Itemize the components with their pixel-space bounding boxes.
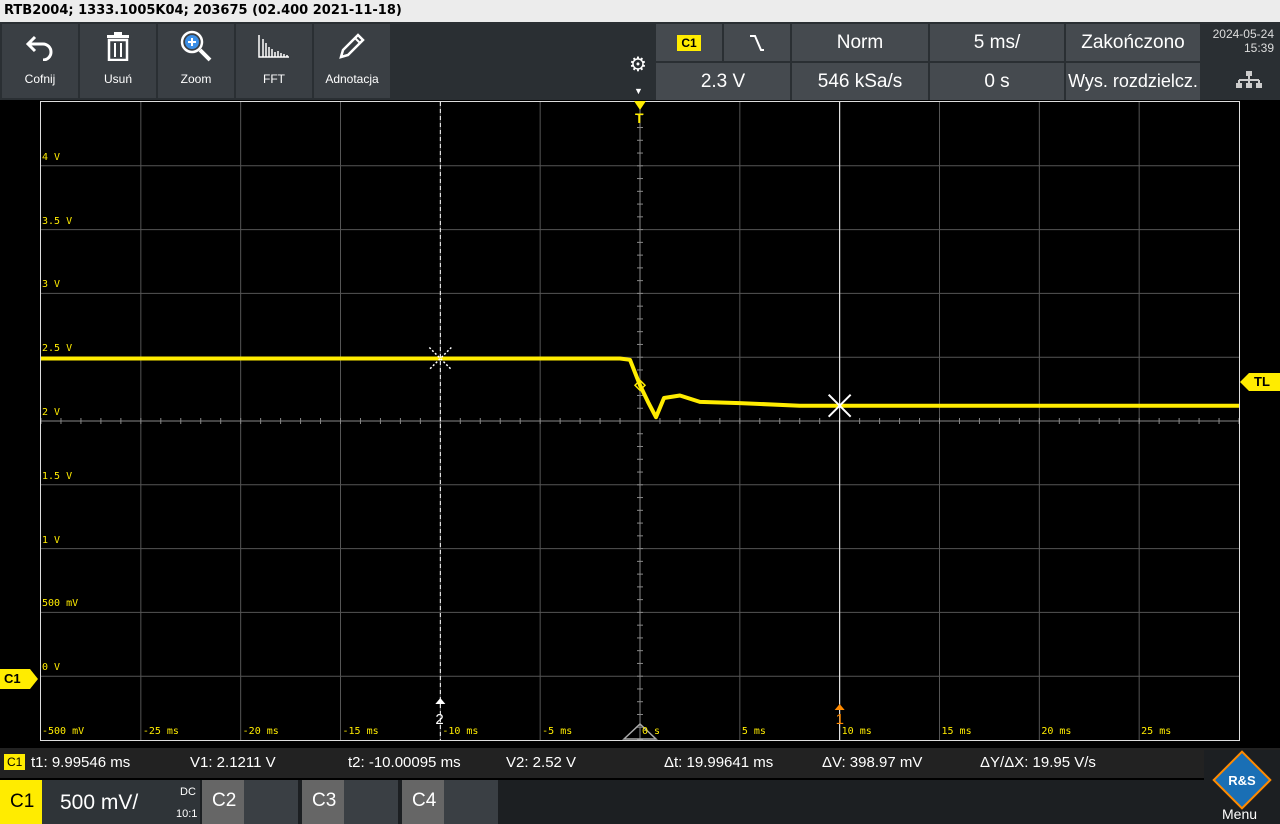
undo-label: Cofnij [24, 72, 56, 86]
channel-c2-button[interactable]: C2 [202, 780, 298, 824]
x-axis-label: 25 ms [1141, 726, 1172, 737]
undo-icon [25, 24, 55, 68]
sample-rate-cell[interactable]: 546 kSa/s [792, 63, 928, 100]
x-axis-label: -5 ms [542, 726, 573, 737]
delta-t-readout: Δt: 19.99641 ms [664, 754, 774, 771]
fft-label: FFT [263, 72, 285, 86]
fft-button[interactable]: FFT [236, 24, 312, 98]
c4-name: C4 [412, 790, 437, 811]
t2-readout: t2: -10.00095 ms [348, 754, 461, 771]
c1-coupling: DC [180, 786, 196, 798]
pencil-icon [337, 24, 367, 68]
channel-c4-button[interactable]: C4 [402, 780, 498, 824]
trigger-position-marker[interactable]: T [633, 100, 647, 128]
channel-ground-marker[interactable]: C1 [0, 669, 40, 689]
trigger-level-marker[interactable]: TL [1240, 373, 1280, 391]
y-axis-label: 4 V [42, 151, 61, 163]
trash-icon [105, 24, 131, 68]
trigger-slope-cell[interactable] [724, 24, 790, 61]
zoom-button[interactable]: Zoom [158, 24, 234, 98]
menu-label: Menu [1222, 806, 1258, 822]
annotate-label: Adnotacja [325, 72, 379, 86]
y-axis-label: 2 V [42, 407, 61, 418]
cursor-2-handle [435, 698, 446, 704]
trigger-source-cell[interactable]: C1 [656, 24, 722, 61]
slope-readout: ΔY/ΔX: 19.95 V/s [980, 754, 1096, 771]
waveform-display[interactable]: 12 4 V 3.5 V 3 V 2.5 V 2 V 1.5 V 1 V 500 mV 0 V -… [40, 101, 1240, 741]
channel-ground-label: C1 [4, 671, 21, 686]
delete-label: Usuń [103, 72, 132, 86]
v1-readout: V1: 2.1211 V [190, 754, 276, 771]
c1-probe: 10:1 [176, 808, 198, 820]
x-axis-label: -20 ms [242, 726, 279, 737]
falling-edge-icon [750, 34, 764, 51]
y-axis-label: 2.5 V [42, 343, 73, 355]
undo-button[interactable]: Cofnij [2, 24, 78, 98]
cursor-1-handle [834, 704, 845, 710]
zoom-label: Zoom [180, 72, 212, 86]
y-axis-label: 1 V [42, 534, 61, 546]
gear-icon[interactable]: ⚙ [629, 52, 647, 77]
delta-v-readout: ΔV: 398.97 mV [822, 754, 923, 771]
c1-name: C1 [10, 791, 35, 812]
x-axis-label: -15 ms [342, 726, 379, 737]
x-axis-label: -25 ms [142, 726, 179, 737]
acquisition-mode-cell[interactable]: Wys. rozdzielcz. [1066, 63, 1200, 100]
settings-column: ⚙ ▼ [624, 24, 654, 100]
trigger-position-label: T [635, 110, 644, 126]
channel-c1-button[interactable]: C1 500 mV/ DC 10:1 [0, 780, 200, 824]
window-title: RTB2004; 1333.1005K04; 203675 (02.400 20… [0, 0, 1280, 22]
annotate-button[interactable]: Adnotacja [314, 24, 390, 98]
datetime-panel: 2024-05-24 15:39 [1206, 24, 1280, 100]
channel-bar: C1 500 mV/ DC 10:1 C2 C3 C4 R&S Menu [0, 750, 1280, 824]
x-axis-label: 20 ms [1041, 726, 1072, 737]
horizontal-position-cell[interactable]: 0 s [930, 63, 1064, 100]
v2-readout: V2: 2.52 V [506, 754, 577, 771]
c3-name: C3 [312, 790, 337, 811]
delete-button[interactable]: Usuń [80, 24, 156, 98]
time-text: 15:39 [1243, 41, 1274, 55]
x-axis-label: 10 ms [841, 726, 872, 737]
trigger-source-badge: C1 [677, 34, 701, 51]
rs-logo-icon: R&S [1212, 750, 1272, 810]
y-axis-label: 3.5 V [42, 215, 73, 227]
x-axis-label: 0 s [642, 726, 661, 737]
cursor-measurement-bar: C1 t1: 9.99546 ms V1: 2.1211 V t2: -10.0… [0, 748, 1280, 778]
y-axis-label: 3 V [42, 279, 61, 291]
network-icon[interactable] [1236, 70, 1262, 90]
c1-scale: 500 mV/ [60, 791, 139, 814]
zoom-icon [179, 24, 213, 68]
trigger-mode-cell[interactable]: Norm [792, 24, 928, 61]
svg-text:R&S: R&S [1228, 773, 1256, 788]
trigger-level-label: TL [1254, 374, 1270, 389]
trigger-level-cell[interactable]: 2.3 V [656, 63, 790, 100]
date-text: 2024-05-24 [1212, 27, 1274, 41]
y-axis-label: 1.5 V [42, 470, 73, 482]
menu-button[interactable]: R&S Menu [1204, 750, 1280, 824]
y-axis-label: 0 V [42, 662, 61, 674]
fft-icon [257, 24, 291, 68]
c2-name: C2 [212, 790, 237, 811]
y-axis-label: -500 mV [42, 726, 85, 737]
acquisition-status-cell[interactable]: Zakończono [1066, 24, 1200, 61]
measurement-channel-badge[interactable]: C1 [4, 754, 26, 770]
t1-readout: t1: 9.99546 ms [31, 754, 131, 771]
dropdown-arrow-icon[interactable]: ▼ [634, 86, 643, 96]
x-axis-label: 15 ms [941, 726, 972, 737]
waveform-svg: 12 [41, 102, 1239, 740]
channel-c3-button[interactable]: C3 [302, 780, 398, 824]
x-axis-label: 5 ms [741, 726, 766, 737]
x-axis-label: -10 ms [442, 726, 479, 737]
timebase-cell[interactable]: 5 ms/ [930, 24, 1064, 61]
y-axis-label: 500 mV [42, 598, 79, 610]
